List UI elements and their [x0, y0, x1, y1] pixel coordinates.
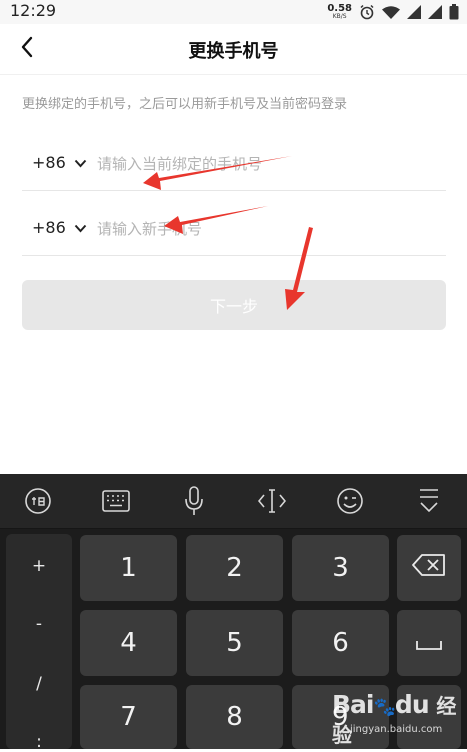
- key-2[interactable]: 2: [186, 535, 283, 601]
- key-7[interactable]: 7: [80, 685, 177, 749]
- key-6[interactable]: 6: [292, 610, 389, 676]
- chevron-down-icon: [74, 218, 87, 237]
- keyboard-icon[interactable]: [96, 484, 136, 518]
- ime-logo-icon[interactable]: [18, 484, 58, 518]
- new-phone-input[interactable]: [97, 215, 427, 243]
- country-code-select[interactable]: +86: [32, 153, 87, 172]
- symbol-key[interactable]: -: [6, 614, 72, 634]
- backspace-icon: [412, 553, 446, 583]
- new-phone-row: +86: [22, 203, 446, 256]
- watermark-logo-text: Bai: [332, 690, 374, 719]
- chevron-down-icon: [74, 153, 87, 172]
- current-phone-row: +86: [22, 138, 446, 191]
- next-button-label: 下一步: [209, 297, 258, 316]
- nav-bar: 更换手机号: [0, 24, 467, 75]
- symbol-column: + - / :: [6, 534, 72, 752]
- watermark-logo: Bai🐾du 经验: [332, 690, 462, 748]
- watermark-logo-suffix: du: [394, 690, 430, 719]
- baidu-jingyan-watermark: Bai🐾du 经验 jingyan.baidu.com: [332, 690, 462, 748]
- status-time: 12:29: [10, 1, 57, 20]
- keyboard-toolbar: [0, 474, 467, 529]
- page-title: 更换手机号: [188, 41, 279, 62]
- watermark-url: jingyan.baidu.com: [350, 724, 443, 735]
- key-1[interactable]: 1: [80, 535, 177, 601]
- space-icon: [415, 628, 443, 658]
- network-speed: 0.58 KB/S: [327, 4, 352, 20]
- cursor-icon[interactable]: [252, 484, 292, 518]
- alarm-icon: [359, 4, 375, 20]
- battery-icon: [449, 4, 459, 20]
- paw-icon: 🐾: [373, 697, 396, 718]
- space-key[interactable]: [397, 610, 461, 676]
- key-3[interactable]: 3: [292, 535, 389, 601]
- symbol-key[interactable]: /: [6, 674, 72, 694]
- wifi-icon: [382, 5, 400, 19]
- symbol-key[interactable]: +: [6, 556, 72, 576]
- key-5[interactable]: 5: [186, 610, 283, 676]
- network-speed-unit: KB/S: [332, 13, 347, 20]
- emoji-icon[interactable]: [330, 484, 370, 518]
- status-bar: 12:29 0.58 KB/S: [0, 0, 467, 24]
- microphone-icon[interactable]: [174, 484, 214, 518]
- current-phone-input[interactable]: [97, 150, 427, 178]
- key-8[interactable]: 8: [186, 685, 283, 749]
- symbol-key[interactable]: :: [6, 732, 72, 752]
- backspace-key[interactable]: [397, 535, 461, 601]
- next-button[interactable]: 下一步: [22, 280, 446, 330]
- key-4[interactable]: 4: [80, 610, 177, 676]
- hide-keyboard-icon[interactable]: [409, 484, 449, 518]
- country-code-label: +86: [32, 218, 66, 237]
- signal-icon: [428, 5, 442, 19]
- country-code-select[interactable]: +86: [32, 218, 87, 237]
- country-code-label: +86: [32, 153, 66, 172]
- status-icons: 0.58 KB/S: [327, 2, 459, 22]
- signal-icon: [407, 5, 421, 19]
- hint-text: 更换绑定的手机号，之后可以用新手机号及当前密码登录: [22, 97, 348, 112]
